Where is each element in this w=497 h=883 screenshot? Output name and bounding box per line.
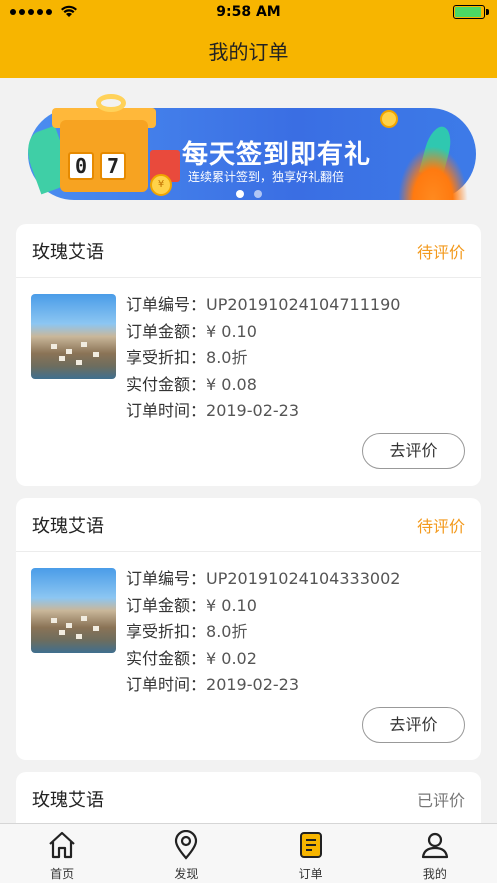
- order-number-row: 订单编号：UP20191024104711190: [126, 295, 401, 314]
- status-bar: 9:58 AM: [0, 0, 497, 24]
- order-status: 已评价: [416, 791, 465, 810]
- order-time-row: 订单时间：2019-02-23: [126, 675, 299, 694]
- order-amount-row: 订单金额：¥ 0.10: [126, 321, 257, 341]
- banner-pagination: [236, 190, 262, 198]
- order-discount: 8.0折: [206, 622, 248, 641]
- review-button[interactable]: 去评价: [362, 707, 465, 743]
- order-paid-row: 实付金额：¥ 0.02: [126, 648, 257, 668]
- home-icon: [49, 831, 75, 859]
- order-details: 订单编号：UP20191024104711190 订单金额：¥ 0.10 享受折…: [126, 292, 400, 425]
- gift-bow-icon: [96, 94, 126, 112]
- order-time: 2019-02-23: [206, 675, 299, 694]
- order-card-header: 玫瑰艾语 待评价: [16, 498, 481, 552]
- order-card[interactable]: 玫瑰艾语 待评价 订单编号：UP20191024104333002 订单金额：¥…: [16, 498, 481, 760]
- calendar-digit: 7: [100, 152, 126, 180]
- checkin-banner[interactable]: 0 7 ¥ 每天签到即有礼 连续累计签到，独享好礼翻倍: [20, 90, 477, 210]
- shop-thumbnail: [31, 568, 116, 653]
- bottom-tab-bar: 首页 发现 订单 我的: [0, 823, 497, 883]
- shop-name: 玫瑰艾语: [32, 516, 104, 537]
- tab-home[interactable]: 首页: [0, 824, 124, 883]
- order-number-row: 订单编号：UP20191024104333002: [126, 569, 401, 588]
- order-discount-row: 享受折扣：8.0折: [126, 348, 248, 367]
- order-status: 待评价: [416, 517, 465, 536]
- order-paid: ¥ 0.08: [206, 374, 257, 394]
- tab-label: 订单: [298, 867, 323, 881]
- order-list-icon: [299, 832, 322, 858]
- order-card-header: 玫瑰艾语 已评价: [16, 772, 481, 826]
- order-discount-row: 享受折扣：8.0折: [126, 622, 248, 641]
- order-card-header: 玫瑰艾语 待评价: [16, 224, 481, 278]
- coin-icon: ¥: [150, 174, 172, 196]
- shop-thumbnail: [31, 294, 116, 379]
- order-time: 2019-02-23: [206, 401, 299, 420]
- palm-leaf-decoration: [398, 146, 468, 200]
- order-number: UP20191024104333002: [206, 569, 401, 588]
- coin-icon: [380, 110, 398, 128]
- tab-label: 我的: [422, 867, 447, 881]
- order-paid: ¥ 0.02: [206, 648, 257, 668]
- tab-discover[interactable]: 发现: [124, 824, 248, 883]
- order-card[interactable]: 玫瑰艾语 待评价 订单编号：UP20191024104711190 订单金额：¥…: [16, 224, 481, 486]
- order-time-row: 订单时间：2019-02-23: [126, 401, 299, 420]
- banner-subtitle: 连续累计签到，独享好礼翻倍: [188, 170, 345, 184]
- page-title: 我的订单: [208, 40, 289, 64]
- order-amount: ¥ 0.10: [206, 595, 257, 615]
- order-amount: ¥ 0.10: [206, 321, 257, 341]
- pagination-dot[interactable]: [254, 190, 262, 198]
- shop-name: 玫瑰艾语: [32, 242, 104, 263]
- order-status: 待评价: [416, 243, 465, 262]
- shop-name: 玫瑰艾语: [32, 790, 104, 811]
- pagination-dot[interactable]: [236, 190, 244, 198]
- order-number: UP20191024104711190: [206, 295, 401, 314]
- order-details: 订单编号：UP20191024104333002 订单金额：¥ 0.10 享受折…: [126, 566, 400, 699]
- user-icon: [421, 832, 448, 859]
- status-time: 9:58 AM: [216, 4, 281, 20]
- tab-mine[interactable]: 我的: [373, 824, 497, 883]
- order-discount: 8.0折: [206, 348, 248, 367]
- order-amount-row: 订单金额：¥ 0.10: [126, 595, 257, 615]
- app-header: 9:58 AM 我的订单: [0, 0, 497, 78]
- tab-orders[interactable]: 订单: [249, 824, 373, 883]
- tab-label: 发现: [174, 867, 199, 881]
- tab-label: 首页: [50, 867, 75, 881]
- review-button[interactable]: 去评价: [362, 433, 465, 469]
- location-pin-icon: [175, 830, 198, 860]
- battery-icon: [453, 5, 489, 19]
- order-paid-row: 实付金额：¥ 0.08: [126, 374, 257, 394]
- banner-title: 每天签到即有礼: [182, 140, 372, 170]
- calendar-digit: 0: [68, 152, 94, 180]
